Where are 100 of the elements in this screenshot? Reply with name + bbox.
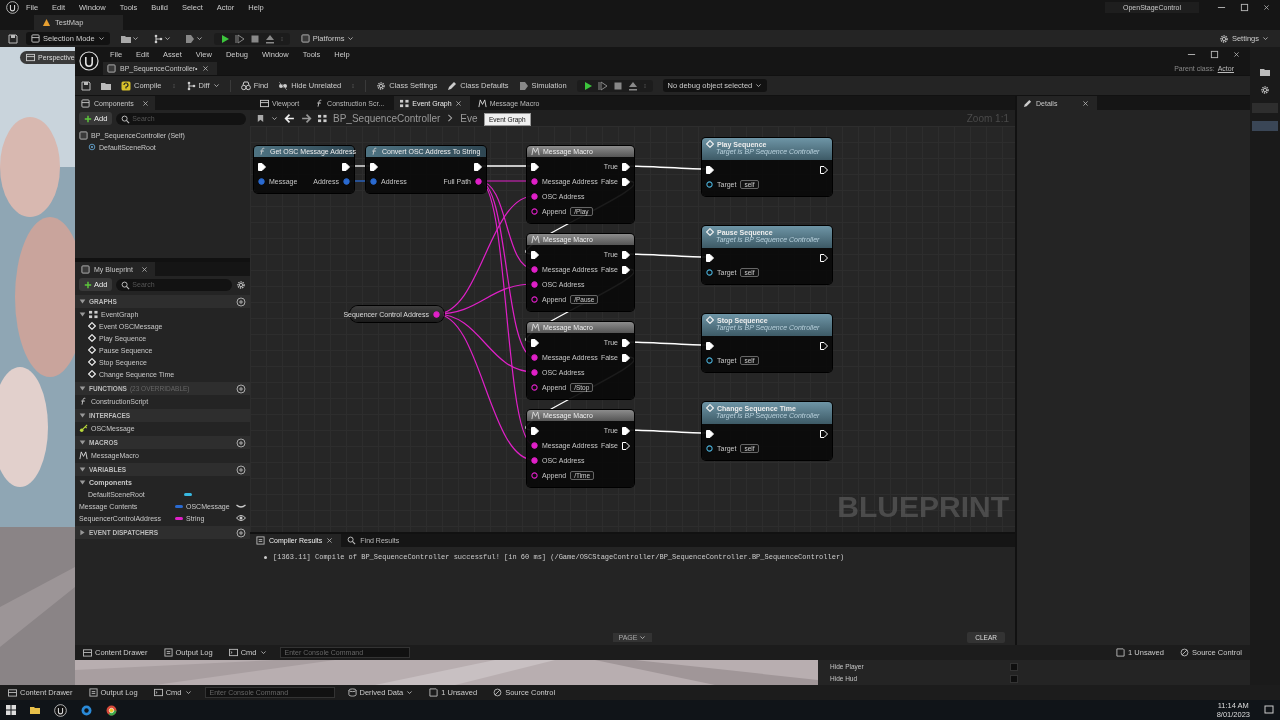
file-explorer-icon[interactable] — [30, 705, 40, 715]
breadcrumb-item[interactable]: BP_SequenceController — [333, 112, 441, 124]
data-pin[interactable] — [343, 178, 350, 185]
browser-icon[interactable] — [81, 704, 92, 716]
close-icon[interactable] — [201, 65, 209, 72]
expander-icon[interactable] — [79, 385, 86, 392]
breadcrumb-item[interactable]: Eve — [460, 112, 478, 124]
stop-icon[interactable] — [249, 33, 260, 44]
add-icon[interactable] — [236, 437, 246, 448]
close-icon[interactable] — [1263, 3, 1270, 11]
close-icon[interactable] — [326, 537, 334, 544]
save-icon[interactable] — [8, 33, 18, 44]
log-icon[interactable] — [163, 648, 173, 657]
data-pin[interactable] — [531, 281, 538, 288]
data-pin[interactable] — [531, 296, 538, 303]
exec-pin[interactable] — [820, 253, 828, 262]
maximize-icon[interactable] — [1210, 49, 1219, 59]
data-pin[interactable] — [531, 442, 538, 449]
close-icon[interactable] — [1233, 50, 1240, 58]
close-icon[interactable] — [140, 265, 148, 273]
checkbox[interactable] — [1010, 662, 1018, 671]
source-control-icon[interactable] — [493, 688, 503, 697]
data-pin[interactable] — [531, 354, 538, 361]
graph-canvas[interactable] — [250, 126, 1015, 532]
exec-pin[interactable] — [622, 441, 630, 450]
exec-pin[interactable] — [622, 338, 630, 347]
terminal-icon[interactable] — [228, 648, 238, 657]
data-pin[interactable] — [706, 269, 713, 276]
exec-pin[interactable] — [706, 429, 714, 438]
add-icon[interactable] — [236, 527, 246, 538]
data-pin[interactable] — [531, 384, 538, 391]
add-icon[interactable] — [236, 383, 246, 394]
expander-icon[interactable] — [79, 529, 86, 536]
data-pin[interactable] — [531, 193, 538, 200]
exec-pin[interactable] — [820, 341, 828, 350]
exec-pin[interactable] — [622, 250, 630, 259]
exec-pin[interactable] — [622, 177, 630, 186]
data-pin[interactable] — [531, 472, 538, 479]
exec-pin[interactable] — [820, 429, 828, 438]
close-icon[interactable] — [454, 99, 462, 107]
data-pin[interactable] — [531, 457, 538, 464]
exec-pin[interactable] — [531, 250, 539, 259]
expander-icon[interactable] — [79, 466, 86, 473]
data-pin[interactable] — [433, 310, 440, 318]
expander-icon[interactable] — [79, 310, 86, 318]
settings-icon[interactable] — [1260, 85, 1270, 95]
add-icon[interactable] — [236, 296, 246, 307]
eject-icon[interactable] — [627, 80, 638, 91]
exec-pin[interactable] — [622, 162, 630, 171]
exec-pin[interactable] — [706, 341, 714, 350]
data-pin[interactable] — [531, 369, 538, 376]
back-arrow-icon[interactable] — [284, 112, 295, 124]
play-icon[interactable] — [219, 33, 230, 44]
close-icon[interactable] — [141, 99, 149, 107]
windows-icon[interactable] — [6, 705, 16, 715]
log-icon[interactable] — [88, 688, 98, 697]
data-pin[interactable] — [531, 178, 538, 185]
unsaved-icon[interactable] — [429, 688, 439, 697]
exec-pin[interactable] — [258, 162, 266, 171]
notification-icon[interactable] — [1264, 705, 1274, 715]
maximize-icon[interactable] — [1240, 2, 1249, 12]
exec-pin[interactable] — [622, 265, 630, 274]
data-pin[interactable] — [531, 266, 538, 273]
data-pin[interactable] — [258, 178, 265, 185]
eject-icon[interactable] — [264, 33, 275, 44]
data-pin[interactable] — [706, 181, 713, 188]
exec-pin[interactable] — [706, 253, 714, 262]
data-icon[interactable] — [347, 688, 357, 697]
add-icon[interactable] — [236, 464, 246, 475]
exec-pin[interactable] — [531, 162, 539, 171]
bookmark-icon[interactable] — [256, 113, 265, 123]
drawer-icon[interactable] — [83, 648, 92, 657]
stop-icon[interactable] — [612, 80, 623, 91]
settings-icon[interactable] — [236, 279, 246, 290]
exec-pin[interactable] — [622, 426, 630, 435]
exec-pin[interactable] — [820, 165, 828, 174]
source-control-icon[interactable] — [1179, 648, 1189, 657]
browser-icon[interactable] — [106, 704, 117, 716]
expander-icon[interactable] — [79, 439, 86, 446]
exec-pin[interactable] — [531, 426, 539, 435]
save-icon[interactable] — [81, 80, 91, 91]
forward-arrow-icon[interactable] — [301, 112, 312, 124]
unsaved-icon[interactable] — [1116, 648, 1126, 657]
data-pin[interactable] — [706, 357, 713, 364]
data-pin[interactable] — [531, 208, 538, 215]
eye-icon[interactable] — [236, 514, 246, 522]
terminal-icon[interactable] — [153, 688, 163, 697]
step-icon[interactable] — [234, 33, 245, 44]
closed-eye-icon[interactable] — [236, 502, 246, 510]
data-pin[interactable] — [706, 445, 713, 452]
exec-pin[interactable] — [531, 338, 539, 347]
exec-pin[interactable] — [370, 162, 378, 171]
log-icon[interactable] — [256, 536, 265, 545]
exec-pin[interactable] — [706, 165, 714, 174]
data-pin[interactable] — [370, 178, 377, 185]
exec-pin[interactable] — [622, 353, 630, 362]
play-icon[interactable] — [582, 80, 593, 91]
checkbox[interactable] — [1010, 674, 1018, 683]
expander-icon[interactable] — [79, 412, 86, 419]
expander-icon[interactable] — [79, 298, 86, 305]
